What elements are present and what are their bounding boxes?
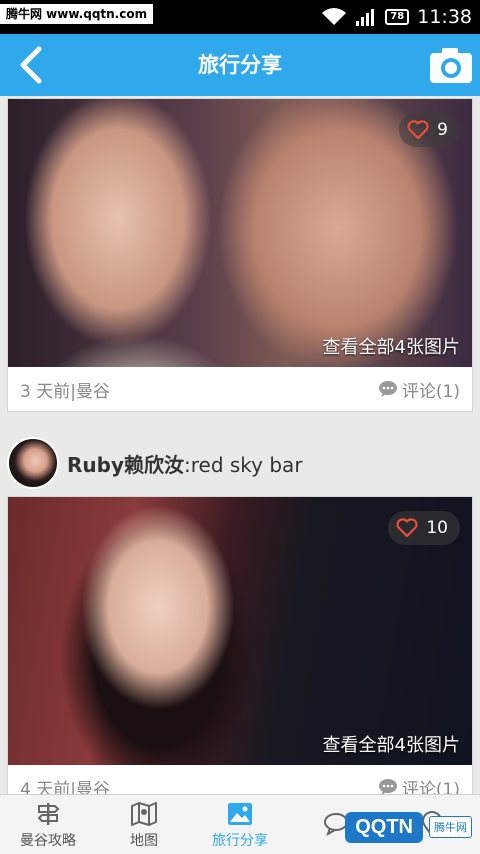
tab-label: 曼谷攻略 (20, 832, 76, 849)
view-all-photos-link[interactable]: 查看全部4张图片 (323, 333, 460, 359)
camera-icon (430, 48, 472, 83)
share-card[interactable]: 9 查看全部4张图片 3 天前|曼谷 评论(1) (7, 98, 473, 412)
signpost-icon (37, 802, 60, 825)
status-icons: 78 11:38 (321, 0, 472, 34)
back-button[interactable] (10, 45, 50, 85)
heart-icon (407, 120, 429, 140)
wifi-icon (322, 8, 347, 25)
comment-icon (378, 381, 397, 397)
watermark-logo-small: 腾牛网 (429, 816, 472, 838)
time-location: 3 天前|曼谷 (20, 381, 110, 402)
chevron-left-icon (20, 46, 42, 84)
tab-label: 地图 (130, 832, 158, 849)
caption-text: :red sky bar (184, 452, 303, 477)
share-feed[interactable]: 9 查看全部4张图片 3 天前|曼谷 评论(1) Ruby赖欣汝:red sky… (0, 96, 480, 794)
like-count: 9 (437, 120, 448, 140)
watermark-logo: QQTN 腾牛网 (300, 800, 480, 854)
comment-button[interactable]: 评论(1) (378, 775, 460, 795)
post-author: Ruby赖欣汝:red sky bar (7, 432, 473, 494)
card-meta: 3 天前|曼谷 评论(1) (8, 367, 472, 411)
tab-travel-share[interactable]: 旅行分享 (192, 795, 288, 854)
avatar[interactable] (7, 437, 59, 489)
battery-icon: 78 (385, 9, 410, 25)
clock: 11:38 (417, 6, 472, 28)
tab-bangkok-guide[interactable]: 曼谷攻略 (0, 795, 96, 854)
comment-count: 评论(1) (401, 779, 460, 795)
like-button[interactable]: 9 (399, 113, 460, 147)
app-header: 旅行分享 (0, 34, 480, 96)
like-count: 10 (426, 518, 448, 538)
post-caption: Ruby赖欣汝:red sky bar (67, 449, 303, 478)
photo-icon (228, 802, 252, 825)
watermark: 腾牛网 www.qqtn.com (0, 4, 154, 24)
like-button[interactable]: 10 (388, 511, 460, 545)
comment-icon (378, 779, 397, 794)
user-name[interactable]: Ruby赖欣汝 (67, 453, 184, 477)
time-location: 4 天前|曼谷 (20, 779, 110, 795)
share-card[interactable]: 10 查看全部4张图片 4 天前|曼谷 评论(1) (7, 496, 473, 794)
camera-button[interactable] (428, 44, 474, 86)
watermark-logo-text: QQTN (345, 811, 423, 843)
share-photo[interactable]: 10 查看全部4张图片 (8, 497, 472, 765)
tab-map[interactable]: 地图 (96, 795, 192, 854)
heart-icon (396, 518, 418, 538)
card-meta: 4 天前|曼谷 评论(1) (8, 765, 472, 794)
comment-count: 评论(1) (401, 381, 460, 402)
view-all-photos-link[interactable]: 查看全部4张图片 (323, 731, 460, 757)
comment-button[interactable]: 评论(1) (378, 377, 460, 402)
page-title: 旅行分享 (198, 53, 282, 77)
map-icon (131, 801, 157, 826)
tab-label: 旅行分享 (212, 832, 268, 849)
signal-icon (356, 9, 375, 26)
status-bar: 腾牛网 www.qqtn.com 78 11:38 (0, 0, 480, 34)
share-photo[interactable]: 9 查看全部4张图片 (8, 99, 472, 367)
